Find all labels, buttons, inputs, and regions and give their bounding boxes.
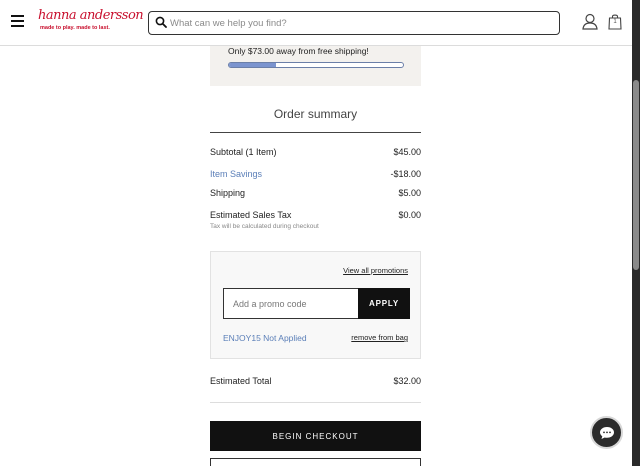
free-shipping-message: Only $73.00 away from free shipping! <box>228 46 369 56</box>
subtotal-value: $45.00 <box>393 147 421 157</box>
begin-checkout-button[interactable]: BEGIN CHECKOUT <box>210 421 421 451</box>
sales-tax-value: $0.00 <box>398 210 421 220</box>
search-bar[interactable] <box>148 11 560 35</box>
hamburger-menu-icon[interactable] <box>11 15 24 27</box>
subtotal-label: Subtotal (1 Item) <box>210 147 277 157</box>
bag-count-badge: 1 <box>613 19 617 25</box>
apply-promo-button[interactable]: APPLY <box>358 288 410 319</box>
order-summary-title: Order summary <box>273 107 358 121</box>
site-header: hanna andersson made to play. made to la… <box>0 0 632 46</box>
search-input[interactable] <box>170 14 550 32</box>
tax-note: Tax will be calculated during checkout <box>210 223 319 230</box>
chat-icon <box>599 426 614 439</box>
chat-button[interactable] <box>590 416 623 449</box>
summary-divider <box>210 132 421 133</box>
shipping-value: $5.00 <box>398 188 421 198</box>
free-shipping-panel: Only $73.00 away from free shipping! <box>210 46 421 86</box>
search-icon[interactable] <box>155 16 167 28</box>
promo-code-status: ENJOY15 Not Applied <box>223 333 307 343</box>
promo-code-panel: View all promotions APPLY ENJOY15 Not Ap… <box>210 251 421 359</box>
logo-wordmark: hanna andersson <box>38 8 144 23</box>
remove-promo-link[interactable]: remove from bag <box>351 333 408 342</box>
account-icon[interactable] <box>582 13 598 30</box>
sales-tax-label: Estimated Sales Tax <box>210 210 292 220</box>
scrollbar-thumb[interactable] <box>633 80 639 270</box>
secondary-checkout-button[interactable] <box>210 458 421 466</box>
free-shipping-progress-bar <box>228 62 404 68</box>
item-savings-value: -$18.00 <box>390 169 421 179</box>
progress-fill <box>229 63 276 67</box>
brand-logo[interactable]: hanna andersson made to play. made to la… <box>36 8 144 36</box>
promo-code-input[interactable] <box>223 288 359 319</box>
logo-tagline: made to play. made to last. <box>40 25 110 31</box>
shipping-label: Shipping <box>210 188 246 198</box>
item-savings-label: Item Savings <box>210 169 263 179</box>
total-divider <box>210 402 421 403</box>
page-scrollbar[interactable] <box>632 0 640 466</box>
view-all-promotions-link[interactable]: View all promotions <box>343 266 408 275</box>
estimated-total-value: $32.00 <box>393 376 421 386</box>
estimated-total-label: Estimated Total <box>210 376 272 386</box>
